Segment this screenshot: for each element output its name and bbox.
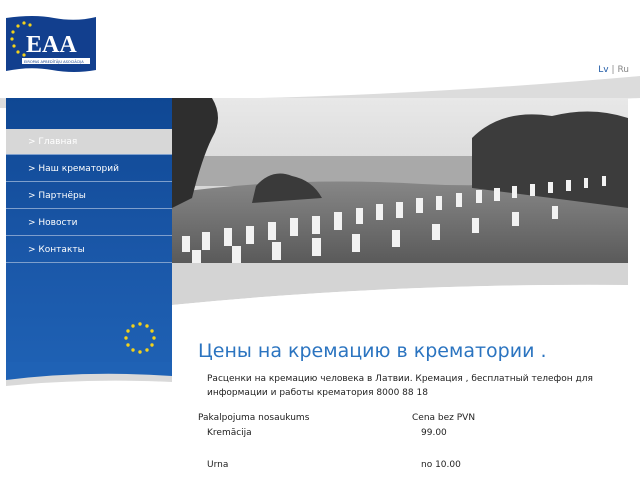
sidebar: > Главная > Наш крематорий > Партнёры > … <box>6 98 172 380</box>
cemetery-banner-image <box>172 98 628 263</box>
table-header-price: Cena bez PVN <box>412 413 476 423</box>
table-header-service: Pakalpojuma nosaukums <box>198 413 310 423</box>
nav-item-contacts[interactable]: > Контакты <box>6 237 172 263</box>
logo-text: EAA <box>26 32 77 58</box>
table-row-price: 99.00 <box>421 428 447 438</box>
language-ru-link[interactable]: Ru <box>617 65 629 75</box>
intro-text: Расценки на кремацию человека в Латвии. … <box>207 374 593 398</box>
eu-stars-icon <box>124 322 156 354</box>
language-lv-link[interactable]: Lv <box>598 65 608 75</box>
banner-bottom-curve <box>172 263 628 315</box>
language-separator: | <box>611 65 615 75</box>
nav-item-home[interactable]: > Главная <box>6 129 172 155</box>
table-row-name: Kremācija <box>207 428 252 438</box>
nav-item-crematorium[interactable]: > Наш крематорий <box>6 156 172 182</box>
table-row-price: no 10.00 <box>421 460 461 470</box>
nav-item-news[interactable]: > Новости <box>6 210 172 236</box>
nav-item-partners[interactable]: > Партнёры <box>6 183 172 209</box>
language-switch: Lv | Ru <box>598 65 629 75</box>
page-title: Цены на кремацию в крематории . <box>198 340 547 362</box>
sidebar-bottom-curve <box>6 362 172 386</box>
table-row-name: Urna <box>207 460 229 470</box>
